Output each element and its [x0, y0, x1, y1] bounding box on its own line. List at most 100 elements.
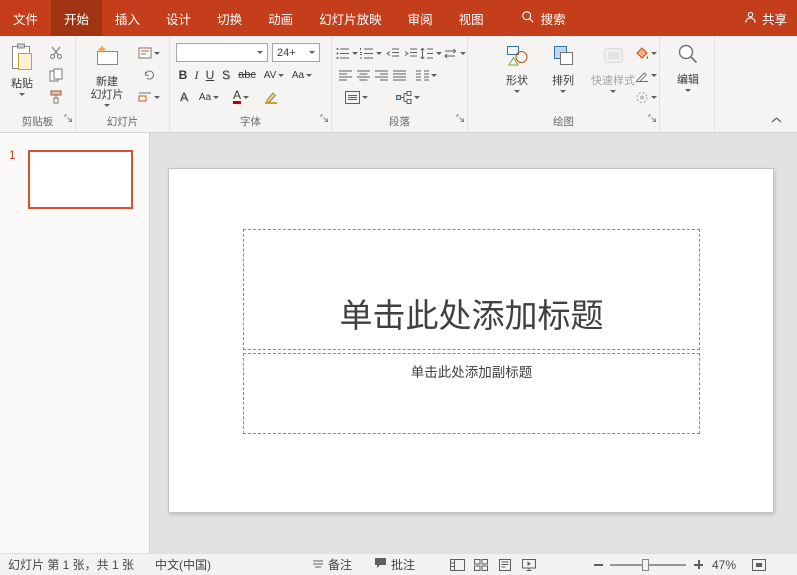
underline-button[interactable]: U	[203, 66, 217, 84]
tab-insert[interactable]: 插入	[102, 0, 153, 36]
bold-button[interactable]: B	[176, 66, 190, 84]
clear-formatting-label: Aa	[198, 91, 212, 103]
change-case-button[interactable]: Aa	[290, 66, 314, 84]
numbering-button[interactable]	[360, 44, 382, 62]
paragraph-group-label: 段落	[389, 116, 410, 128]
slideshow-view-button[interactable]	[522, 554, 536, 575]
zoom-slider[interactable]	[610, 554, 686, 575]
tab-slideshow[interactable]: 幻灯片放映	[306, 0, 395, 36]
slide-layout-button[interactable]	[136, 44, 162, 62]
columns-button[interactable]	[414, 66, 438, 84]
highlight-button[interactable]	[260, 88, 282, 106]
comments-icon	[374, 557, 387, 572]
italic-button[interactable]: I	[191, 66, 202, 84]
font-size-combo[interactable]: 24+	[272, 43, 320, 62]
cut-button[interactable]	[46, 44, 66, 62]
comments-label: 批注	[391, 558, 416, 572]
tab-design[interactable]: 设计	[153, 0, 204, 36]
share-button[interactable]: 共享	[744, 0, 787, 36]
zoom-out-button[interactable]	[594, 554, 603, 575]
slide-sorter-view-button[interactable]	[474, 554, 488, 575]
text-shadow-button[interactable]: S	[219, 66, 233, 84]
chevron-down-icon	[213, 95, 220, 99]
paste-label: 粘贴	[11, 78, 33, 90]
paragraph-dialog-launcher[interactable]	[456, 110, 465, 128]
zoom-in-button[interactable]	[694, 554, 703, 575]
powerpoint-window: 文件 开始 插入 设计 切换 动画 幻灯片放映 审阅 视图 搜索 共享 粘贴 剪…	[0, 0, 797, 575]
tab-transitions[interactable]: 切换	[204, 0, 255, 36]
drawing-group: 形状 排列 快速样式 绘图	[468, 36, 660, 132]
shape-outline-button[interactable]	[634, 66, 658, 84]
align-left-button[interactable]	[336, 66, 354, 84]
text-direction-button[interactable]	[444, 44, 466, 62]
collapse-ribbon-button[interactable]	[767, 112, 785, 126]
slide-thumbnail[interactable]	[28, 150, 133, 209]
clipboard-dialog-launcher[interactable]	[64, 110, 73, 128]
bullets-button[interactable]	[336, 44, 358, 62]
find-icon	[677, 43, 699, 74]
ribbon: 粘贴 剪贴板 新建 幻灯片 幻灯片 24+ B I U S abc AV Aa …	[0, 36, 797, 133]
copy-button[interactable]	[46, 66, 66, 84]
chevron-down-icon	[685, 89, 691, 92]
title-placeholder[interactable]: 单击此处添加标题	[243, 229, 700, 350]
chevron-down-icon	[610, 90, 616, 93]
font-dialog-launcher[interactable]	[320, 110, 329, 128]
font-color-button[interactable]: A	[228, 88, 254, 106]
comments-toggle[interactable]: 批注	[374, 554, 415, 575]
language-indicator[interactable]: 中文(中国)	[155, 554, 211, 575]
character-spacing-button[interactable]: AV	[262, 66, 286, 84]
zoom-level-text: 47%	[712, 557, 737, 572]
line-spacing-button[interactable]	[420, 44, 442, 62]
convert-smartart-button[interactable]	[388, 88, 428, 106]
arrange-icon	[551, 43, 576, 75]
chevron-down-icon	[154, 95, 160, 99]
clipboard-group: 粘贴 剪贴板	[0, 36, 76, 132]
new-slide-button[interactable]: 新建 幻灯片	[84, 43, 130, 107]
tab-animations[interactable]: 动画	[255, 0, 306, 36]
text-effects-button[interactable]: A	[176, 88, 192, 106]
format-painter-button[interactable]	[46, 88, 66, 106]
shape-fill-button[interactable]	[634, 44, 658, 62]
editing-button[interactable]: 编辑	[668, 43, 708, 92]
chevron-down-icon	[514, 90, 520, 93]
strikethrough-button[interactable]: abc	[235, 66, 259, 84]
subtitle-placeholder[interactable]: 单击此处添加副标题	[243, 353, 700, 434]
tab-file[interactable]: 文件	[0, 0, 51, 36]
tab-view[interactable]: 视图	[446, 0, 497, 36]
zoom-slider-thumb[interactable]	[642, 558, 649, 571]
align-center-button[interactable]	[354, 66, 372, 84]
chevron-down-icon	[436, 51, 442, 55]
arrange-button[interactable]: 排列	[542, 43, 584, 93]
chevron-down-icon	[243, 95, 249, 99]
slide-counter[interactable]: 幻灯片 第 1 张，共 1 张	[8, 554, 134, 575]
ribbon-tab-bar: 文件 开始 插入 设计 切换 动画 幻灯片放映 审阅 视图 搜索 共享	[0, 0, 797, 36]
section-button[interactable]	[136, 88, 162, 106]
decrease-indent-button[interactable]	[384, 44, 402, 62]
reading-view-button[interactable]	[498, 554, 512, 575]
tab-home[interactable]: 开始	[51, 0, 103, 36]
tab-review[interactable]: 审阅	[395, 0, 446, 36]
arrange-label: 排列	[552, 75, 574, 87]
drawing-dialog-launcher[interactable]	[648, 110, 657, 128]
font-name-combo[interactable]	[176, 43, 268, 62]
shapes-button[interactable]: 形状	[496, 43, 538, 93]
justify-button[interactable]	[390, 66, 408, 84]
align-text-button[interactable]	[336, 88, 376, 106]
paste-button[interactable]: 粘贴	[4, 43, 40, 96]
shape-effects-button[interactable]	[634, 88, 658, 106]
clear-formatting-button[interactable]: Aa	[196, 88, 222, 106]
chevron-down-icon	[306, 73, 313, 77]
zoom-out-icon	[594, 563, 603, 566]
slide[interactable]: 单击此处添加标题 单击此处添加副标题	[168, 168, 774, 513]
increase-indent-button[interactable]	[402, 44, 420, 62]
zoom-level[interactable]: 47%	[712, 554, 736, 575]
normal-view-button[interactable]	[450, 554, 465, 575]
align-right-button[interactable]	[372, 66, 390, 84]
reset-slide-button[interactable]	[136, 66, 162, 84]
quick-styles-button[interactable]: 快速样式	[586, 43, 640, 93]
ribbon-search[interactable]: 搜索	[521, 0, 566, 36]
fit-slide-to-window-button[interactable]	[752, 554, 766, 575]
notes-toggle[interactable]: 备注	[312, 554, 352, 575]
shapes-icon	[505, 43, 530, 75]
chevron-down-icon	[376, 51, 382, 55]
